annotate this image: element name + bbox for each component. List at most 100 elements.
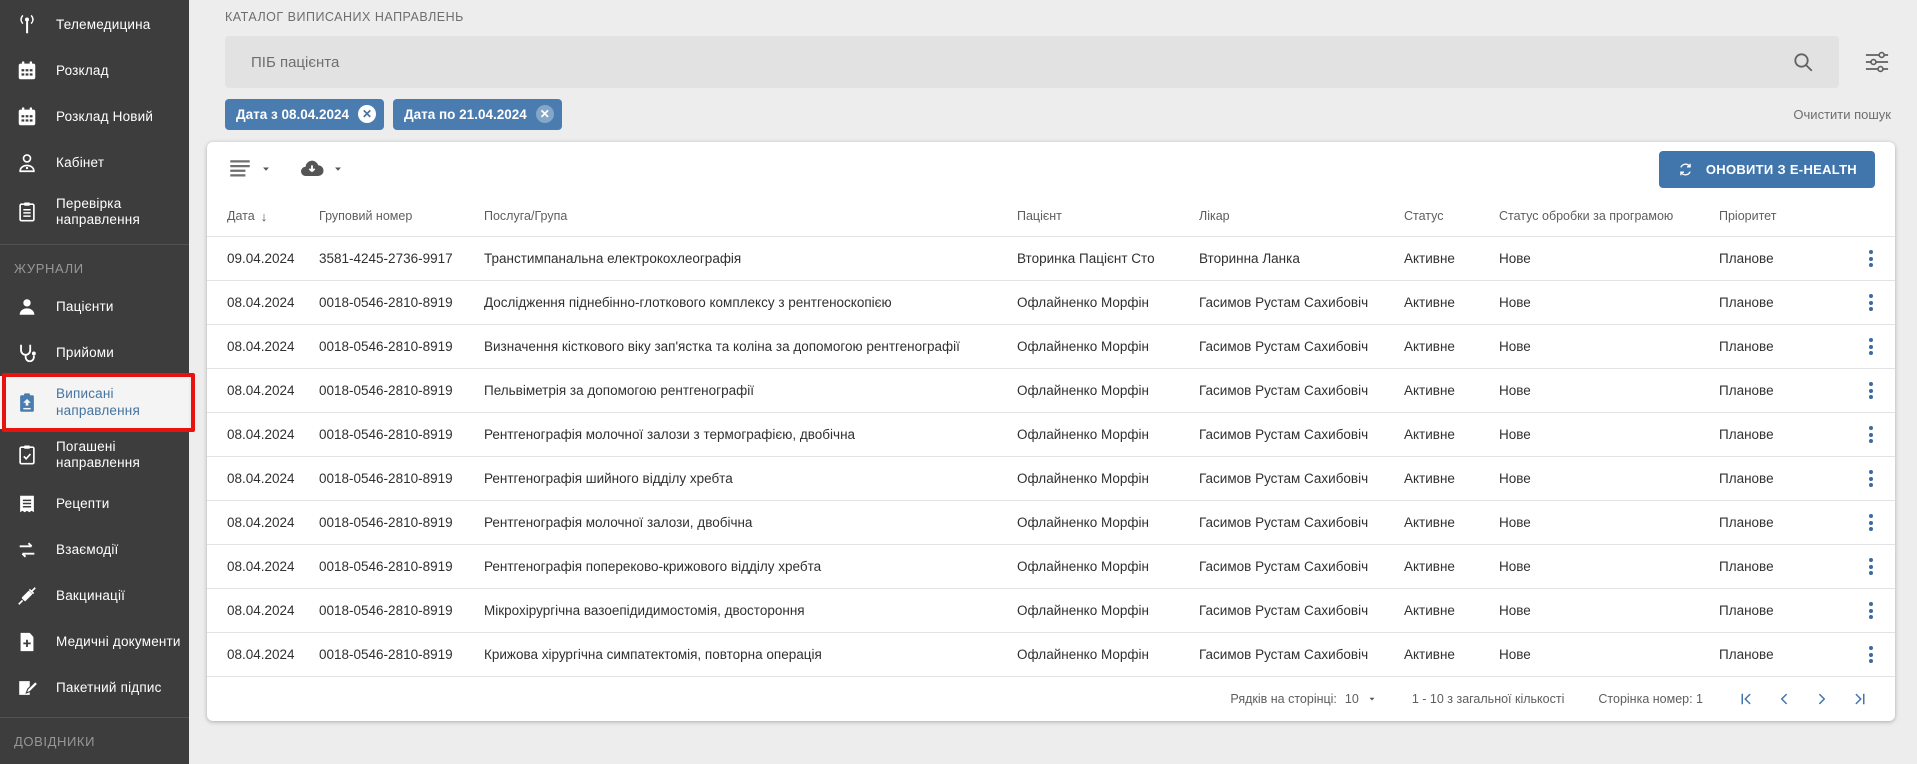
- refresh-ehealth-button[interactable]: ОНОВИТИ З E-HEALTH: [1659, 151, 1875, 188]
- filter-chip[interactable]: Дата по 21.04.2024✕: [393, 99, 562, 130]
- column-header[interactable]: Статус обробки за програмою: [1499, 209, 1719, 223]
- row-menu-kebab-icon[interactable]: [1865, 508, 1877, 537]
- cell-priority: Планове: [1719, 471, 1841, 486]
- table-row: 08.04.20240018-0546-2810-8919Визначення …: [207, 324, 1895, 368]
- cell-group: 0018-0546-2810-8919: [319, 295, 484, 310]
- rows-per-page-select[interactable]: 10: [1345, 692, 1378, 706]
- cell-service: Визначення кісткового віку зап'ястка та …: [484, 339, 1017, 354]
- previous-page-button[interactable]: [1775, 690, 1793, 708]
- sidebar-item[interactable]: Розклад: [0, 48, 189, 94]
- sidebar-item[interactable]: Рецепти: [0, 481, 189, 527]
- cell-patient: Офлайненко Морфін: [1017, 427, 1199, 442]
- cell-group: 0018-0546-2810-8919: [319, 515, 484, 530]
- sidebar-item[interactable]: Медичні документи: [0, 619, 189, 665]
- cell-doctor: Гасимов Рустам Сахибовіч: [1199, 559, 1404, 574]
- cell-status: Активне: [1404, 339, 1499, 354]
- cell-patient: Офлайненко Морфін: [1017, 339, 1199, 354]
- page-title: КАТАЛОГ ВИПИСАНИХ НАПРАВЛЕНЬ: [207, 10, 1895, 28]
- sidebar-item[interactable]: Погашені направлення: [0, 429, 189, 481]
- column-header-label: Статус: [1404, 209, 1444, 223]
- sidebar-item[interactable]: Вакцинації: [0, 573, 189, 619]
- cell-status: Активне: [1404, 515, 1499, 530]
- next-page-button[interactable]: [1813, 690, 1831, 708]
- row-menu-kebab-icon[interactable]: [1865, 552, 1877, 581]
- cell-patient: Офлайненко Морфін: [1017, 295, 1199, 310]
- sidebar-section-header: ДОВІДНИКИ: [0, 724, 189, 757]
- column-header[interactable]: Пацієнт: [1017, 209, 1199, 223]
- cell-program-status: Нове: [1499, 251, 1719, 266]
- last-page-button[interactable]: [1851, 690, 1869, 708]
- sidebar-item-label: Виписані направлення: [56, 386, 181, 418]
- sidebar-item-label: Рецепти: [56, 496, 109, 512]
- first-page-button[interactable]: [1737, 690, 1755, 708]
- clear-search-link[interactable]: Очистити пошук: [1793, 107, 1891, 122]
- close-icon[interactable]: ✕: [536, 105, 554, 123]
- sort-desc-icon[interactable]: ↓: [261, 209, 268, 224]
- sidebar-item-label: Прийоми: [56, 345, 114, 361]
- sidebar-item[interactable]: Пацієнти: [0, 284, 189, 330]
- table-toolbar: ОНОВИТИ З E-HEALTH: [207, 142, 1895, 196]
- cell-date: 08.04.2024: [227, 427, 319, 442]
- cell-service: Крижова хірургічна симпатектомія, повтор…: [484, 647, 1017, 662]
- pager: [1737, 690, 1869, 708]
- sidebar-item[interactable]: Перевірка направлення: [0, 186, 189, 238]
- sidebar-item[interactable]: Виписані направлення: [0, 376, 189, 428]
- row-menu-kebab-icon[interactable]: [1865, 420, 1877, 449]
- sidebar-section-header: ЖУРНАЛИ: [0, 251, 189, 284]
- column-header[interactable]: Дата↓: [227, 209, 319, 224]
- close-icon[interactable]: ✕: [358, 105, 376, 123]
- column-header-label: Пацієнт: [1017, 209, 1062, 223]
- table-footer: Рядків на сторінці: 10 1 - 10 з загально…: [207, 676, 1895, 721]
- table-row: 09.04.20243581-4245-2736-9917Транстимпан…: [207, 236, 1895, 280]
- filter-chip[interactable]: Дата з 08.04.2024✕: [225, 99, 384, 130]
- cloud-download-icon: [299, 156, 325, 182]
- cell-program-status: Нове: [1499, 603, 1719, 618]
- sidebar-item[interactable]: Кабінет: [0, 140, 189, 186]
- page-number-label: Сторінка номер: 1: [1598, 692, 1703, 706]
- stethoscope-icon: [14, 340, 40, 366]
- row-menu-kebab-icon[interactable]: [1865, 596, 1877, 625]
- column-header[interactable]: Лікар: [1199, 209, 1404, 223]
- search-input[interactable]: [225, 36, 1839, 88]
- column-header[interactable]: Груповий номер: [319, 209, 484, 223]
- doctor-icon: [14, 150, 40, 176]
- row-menu-kebab-icon[interactable]: [1865, 464, 1877, 493]
- table-body: 09.04.20243581-4245-2736-9917Транстимпан…: [207, 236, 1895, 676]
- row-menu-kebab-icon[interactable]: [1865, 244, 1877, 273]
- cell-group: 0018-0546-2810-8919: [319, 383, 484, 398]
- column-header[interactable]: Пріоритет: [1719, 209, 1841, 223]
- cell-program-status: Нове: [1499, 471, 1719, 486]
- cell-service: Рентгенографія шийного відділу хребта: [484, 471, 1017, 486]
- clipboard-upload-icon: [14, 390, 40, 416]
- cell-doctor: Гасимов Рустам Сахибовіч: [1199, 647, 1404, 662]
- sidebar-item[interactable]: Розклад Новий: [0, 94, 189, 140]
- cell-program-status: Нове: [1499, 295, 1719, 310]
- sidebar-item[interactable]: Пакетний підпис: [0, 665, 189, 711]
- row-menu-kebab-icon[interactable]: [1865, 640, 1877, 669]
- search-icon[interactable]: [1791, 50, 1815, 74]
- table-row: 08.04.20240018-0546-2810-8919Мікрохірург…: [207, 588, 1895, 632]
- sidebar-item-label: Медичні документи: [56, 634, 181, 650]
- main-content: КАТАЛОГ ВИПИСАНИХ НАПРАВЛЕНЬ Дата з 08.0…: [189, 0, 1917, 764]
- row-menu-kebab-icon[interactable]: [1865, 376, 1877, 405]
- clipboard-check-icon: [14, 442, 40, 468]
- list-settings-button[interactable]: [227, 156, 273, 182]
- row-menu-kebab-icon[interactable]: [1865, 332, 1877, 361]
- row-menu-kebab-icon[interactable]: [1865, 288, 1877, 317]
- sidebar-item[interactable]: Прийоми: [0, 330, 189, 376]
- sidebar-item-label: Розклад: [56, 63, 109, 79]
- cell-priority: Планове: [1719, 647, 1841, 662]
- filter-sliders-icon[interactable]: [1863, 48, 1891, 76]
- column-header[interactable]: Послуга/Група: [484, 209, 1017, 223]
- cell-patient: Офлайненко Морфін: [1017, 603, 1199, 618]
- chevron-down-icon: [259, 162, 273, 176]
- cell-doctor: Гасимов Рустам Сахибовіч: [1199, 295, 1404, 310]
- sidebar-item[interactable]: Взаємодії: [0, 527, 189, 573]
- column-header[interactable]: Статус: [1404, 209, 1499, 223]
- cell-patient: Офлайненко Морфін: [1017, 559, 1199, 574]
- sidebar-item[interactable]: Телемедицина: [0, 2, 189, 48]
- sidebar-item-label: Перевірка направлення: [56, 196, 181, 228]
- export-download-button[interactable]: [299, 156, 345, 182]
- calendar-icon: [14, 58, 40, 84]
- cell-patient: Вторинка Пацієнт Сто: [1017, 251, 1199, 266]
